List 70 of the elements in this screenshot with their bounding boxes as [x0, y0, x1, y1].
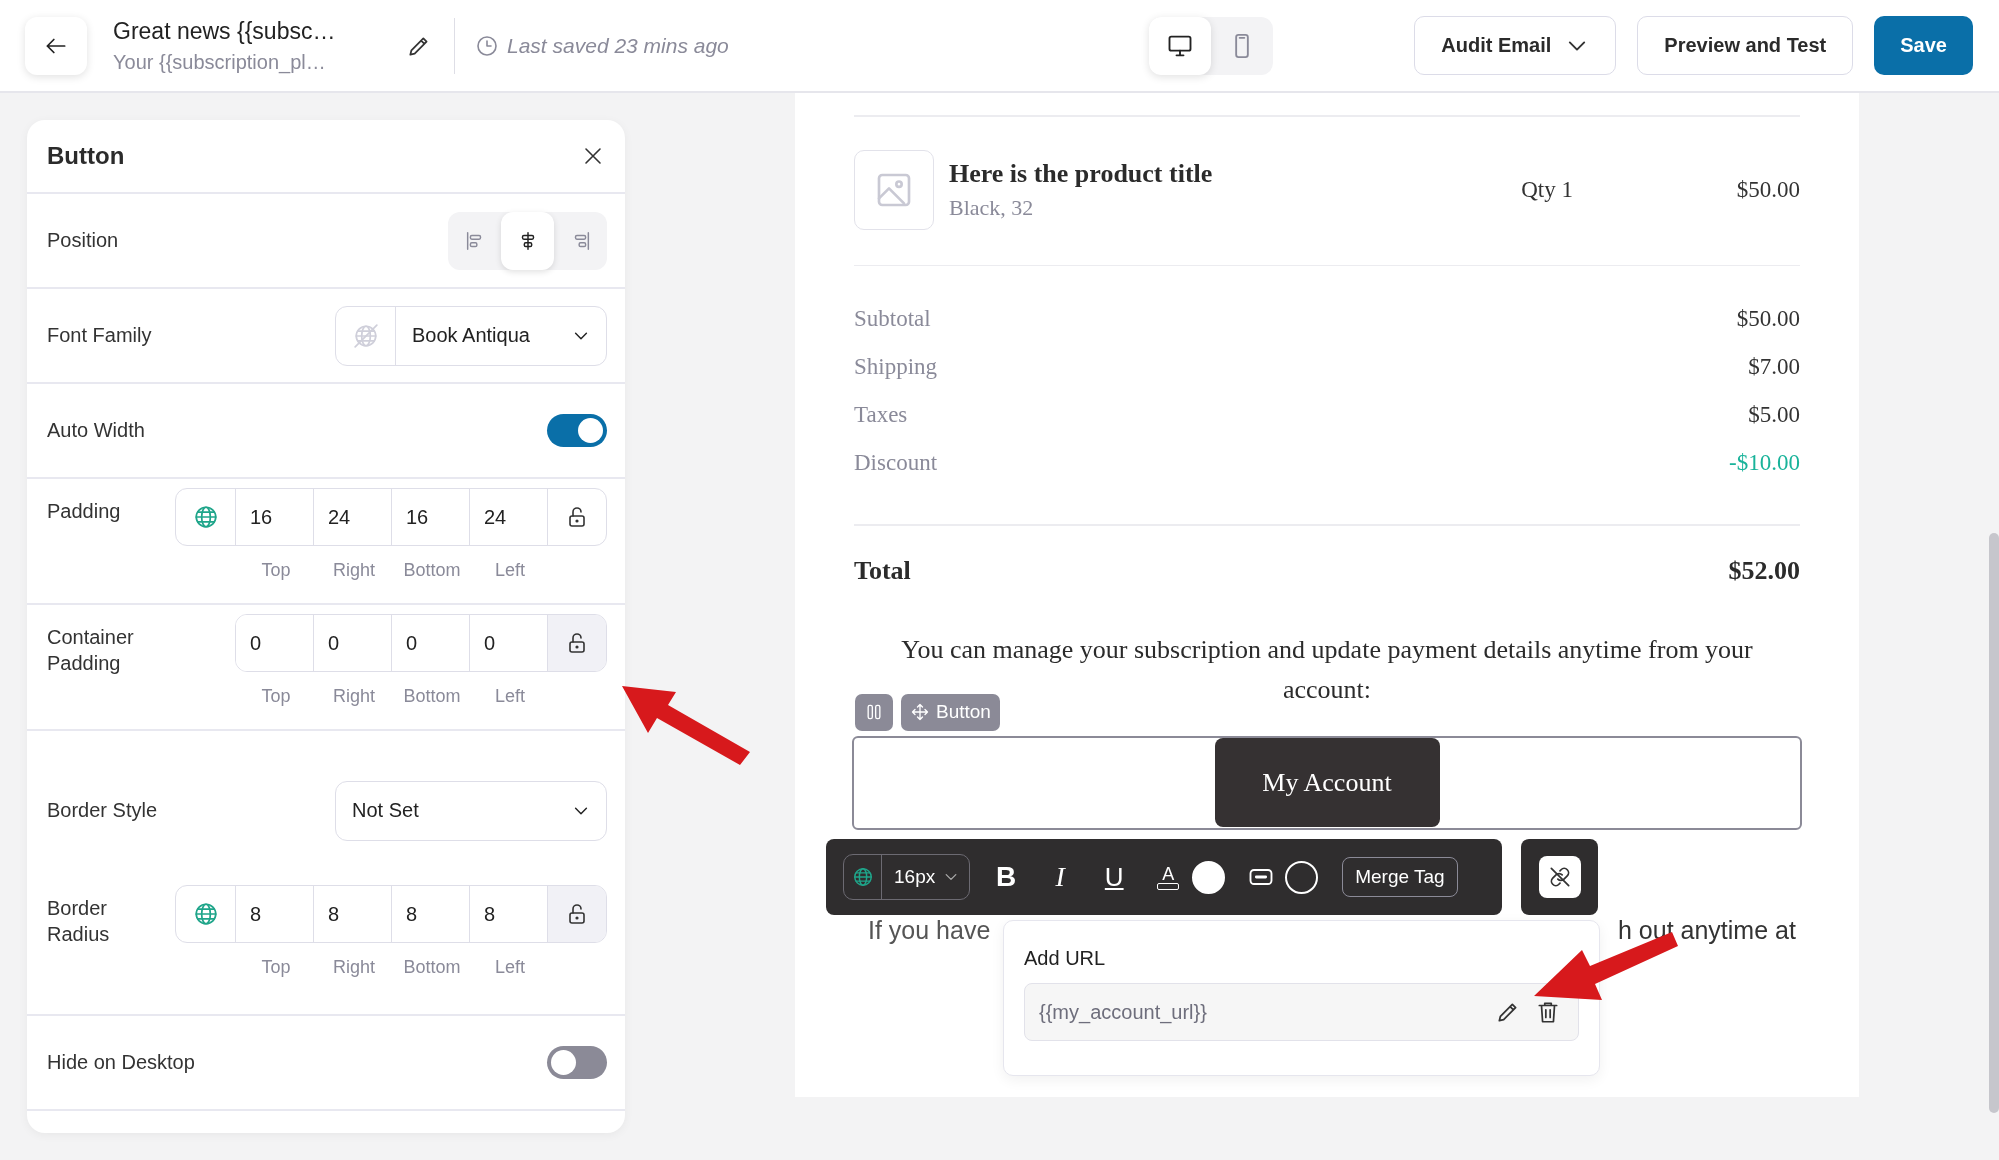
- scrollbar[interactable]: [1989, 533, 1999, 1113]
- link-button[interactable]: [1538, 856, 1581, 898]
- side-caption: Top: [260, 560, 292, 581]
- field-label: Hide on Desktop: [47, 1051, 195, 1074]
- summary-value: $5.00: [1748, 402, 1800, 428]
- email-title: Great news {{subsc…: [113, 17, 337, 45]
- product-price: $50.00: [1735, 176, 1800, 203]
- product-variant: Black, 32: [949, 194, 1035, 221]
- toggle-switch[interactable]: [547, 1046, 607, 1079]
- field-label: Font Family: [47, 324, 152, 347]
- trash-icon: [1535, 999, 1561, 1025]
- side-caption: Bottom: [402, 957, 462, 978]
- move-icon: [910, 702, 930, 722]
- columns-handle[interactable]: [855, 693, 893, 731]
- summary-label: Taxes: [854, 402, 908, 428]
- summary-label: Discount: [854, 450, 938, 476]
- text-color-button[interactable]: A: [1150, 857, 1187, 897]
- summary-value: $7.00: [1748, 354, 1800, 380]
- total-label: Total: [854, 555, 911, 586]
- toggle-switch[interactable]: [547, 414, 607, 447]
- clock-icon: [475, 33, 499, 58]
- preview-button[interactable]: Preview and Test: [1637, 16, 1854, 75]
- underline-button[interactable]: U: [1096, 857, 1133, 897]
- summary-label: Subtotal: [854, 306, 931, 332]
- audit-dropdown[interactable]: Audit Email: [1414, 16, 1617, 75]
- field-label: Border Radius: [47, 896, 111, 947]
- side-caption: Left: [494, 560, 526, 581]
- field-label: Padding: [47, 499, 122, 524]
- panel-title: Button: [47, 142, 125, 170]
- desktop-view-button[interactable]: [1149, 16, 1212, 75]
- globe-icon: [851, 866, 874, 888]
- color-swatch[interactable]: [1285, 860, 1319, 894]
- body-text: If you have: [868, 917, 991, 943]
- summary-value: -$10.00: [1729, 450, 1800, 476]
- field-label: Position: [47, 229, 119, 252]
- align-center-button[interactable]: [501, 211, 554, 270]
- url-label: Add URL: [1024, 947, 1107, 970]
- lock-button[interactable]: [548, 615, 606, 671]
- side-caption: Left: [494, 686, 526, 707]
- side-caption: Bottom: [402, 686, 462, 707]
- dropdown-field[interactable]: Book Antiqua: [335, 305, 607, 366]
- email-button[interactable]: My Account: [1214, 738, 1440, 827]
- number-input[interactable]: 0: [236, 615, 314, 671]
- side-caption: Right: [332, 560, 376, 581]
- side-caption: Bottom: [402, 560, 462, 581]
- total-value: $52.00: [1728, 555, 1800, 586]
- email-subtitle: Your {{subscription_pl…: [113, 50, 327, 74]
- side-caption: Left: [494, 957, 526, 978]
- lock-button[interactable]: [548, 886, 606, 942]
- side-caption: Top: [260, 686, 292, 707]
- field-label: Border Style: [47, 799, 158, 822]
- dropdown-field[interactable]: Not Set: [335, 780, 607, 841]
- field-label: Auto Width: [47, 419, 145, 442]
- merge-tag-button[interactable]: Merge Tag: [1342, 857, 1458, 897]
- color-swatch[interactable]: [1192, 860, 1226, 894]
- delete-button[interactable]: [1535, 999, 1561, 1025]
- side-caption: Top: [260, 957, 292, 978]
- product-quantity: Qty 1: [1521, 176, 1573, 203]
- summary-value: $50.00: [1736, 306, 1800, 332]
- italic-button[interactable]: I: [1042, 857, 1079, 897]
- bold-button[interactable]: B: [988, 857, 1025, 897]
- font-size-dropdown[interactable]: 16px: [843, 854, 971, 900]
- save-button[interactable]: Save: [1874, 16, 1973, 75]
- side-caption: Right: [332, 957, 376, 978]
- url-field[interactable]: {{my_account_url}}: [1024, 983, 1579, 1041]
- product-title: Here is the product title: [949, 158, 1214, 189]
- side-caption: Right: [332, 686, 376, 707]
- field-label: Container Padding: [47, 625, 135, 676]
- last-saved-text: Last saved 23 mins ago: [507, 33, 729, 58]
- summary-label: Shipping: [854, 354, 938, 380]
